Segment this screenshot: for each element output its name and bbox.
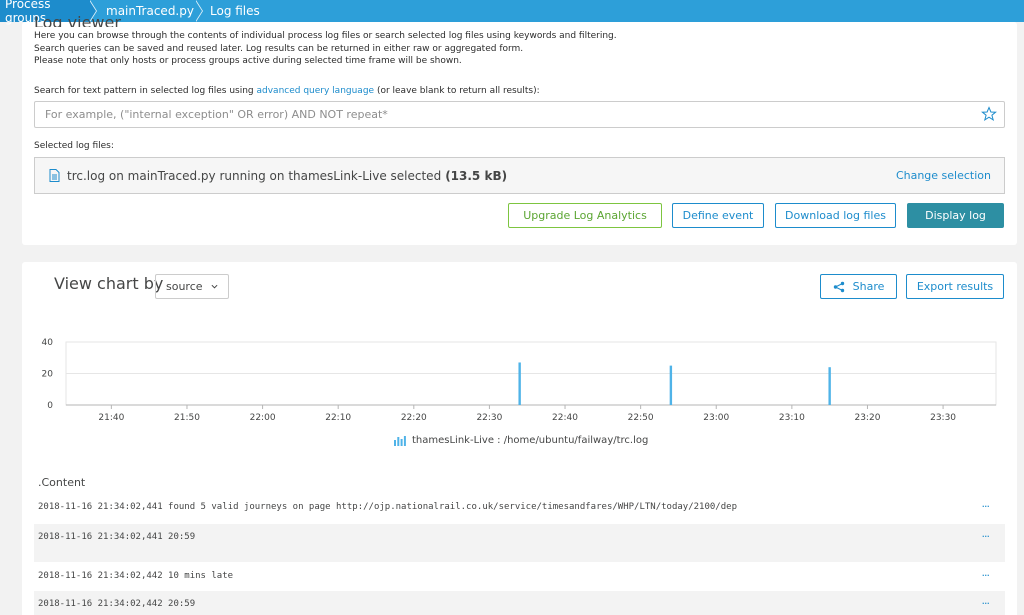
download-log-files-button[interactable]: Download log files bbox=[775, 203, 896, 228]
x-tick-label: 23:00 bbox=[703, 413, 729, 423]
more-options-icon[interactable]: ··· bbox=[982, 530, 990, 543]
x-tick-label: 22:20 bbox=[401, 413, 427, 423]
selected-file-box: trc.log on mainTraced.py running on tham… bbox=[34, 157, 1005, 194]
export-results-button[interactable]: Export results bbox=[906, 274, 1004, 299]
document-icon bbox=[49, 169, 60, 182]
chevron-down-icon bbox=[211, 284, 218, 289]
log-text: 2018-11-16 21:34:02,441 20:59 bbox=[38, 532, 196, 542]
x-tick-label: 23:20 bbox=[854, 413, 880, 423]
x-tick-label: 23:10 bbox=[779, 413, 805, 423]
log-row[interactable]: 2018-11-16 21:34:02,442 20:59 ··· bbox=[34, 591, 1005, 615]
description: Here you can browse through the contents… bbox=[34, 30, 617, 68]
chart-bar bbox=[828, 367, 831, 405]
log-text: 2018-11-16 21:34:02,442 10 mins late bbox=[38, 571, 234, 581]
chart-bar bbox=[518, 362, 521, 405]
y-tick-label: 40 bbox=[42, 338, 54, 348]
breadcrumb-separator bbox=[89, 0, 97, 22]
view-chart-by-select[interactable]: source bbox=[155, 274, 229, 299]
x-tick-label: 22:50 bbox=[628, 413, 654, 423]
breadcrumb-log-files[interactable]: Log files bbox=[196, 0, 274, 22]
log-viewer-panel: Log viewer Here you can browse through t… bbox=[22, 13, 1017, 245]
selected-files-label: Selected log files: bbox=[34, 141, 114, 151]
define-event-button[interactable]: Define event bbox=[672, 203, 764, 228]
x-tick-label: 22:00 bbox=[250, 413, 276, 423]
star-icon[interactable] bbox=[981, 106, 997, 122]
content-column-header: .Content bbox=[38, 476, 86, 489]
description-line: Search queries can be saved and reused l… bbox=[34, 43, 524, 54]
display-log-button[interactable]: Display log bbox=[907, 203, 1004, 228]
x-tick-label: 22:30 bbox=[476, 413, 502, 423]
log-text: 2018-11-16 21:34:02,441 found 5 valid jo… bbox=[38, 502, 737, 512]
view-chart-by-label: View chart by bbox=[54, 274, 164, 293]
select-value: source bbox=[166, 280, 203, 293]
search-label-post: (or leave blank to return all results): bbox=[374, 86, 540, 96]
log-row[interactable]: 2018-11-16 21:34:02,441 20:59 ··· bbox=[34, 524, 1005, 562]
more-options-icon[interactable]: ··· bbox=[982, 569, 990, 582]
x-tick-label: 21:40 bbox=[98, 413, 124, 423]
page-title: Log viewer bbox=[34, 13, 121, 27]
x-tick-label: 23:30 bbox=[930, 413, 956, 423]
results-panel: View chart by source Share Export result… bbox=[22, 262, 1017, 615]
change-selection-link[interactable]: Change selection bbox=[896, 169, 991, 182]
breadcrumb: Process groups mainTraced.py Log files bbox=[0, 0, 1024, 25]
x-tick-label: 22:40 bbox=[552, 413, 578, 423]
y-tick-label: 0 bbox=[47, 401, 53, 411]
legend-label: thamesLink-Live : /home/ubuntu/failway/t… bbox=[412, 435, 649, 446]
y-tick-label: 20 bbox=[42, 370, 54, 380]
selected-file-size: (13.5 kB) bbox=[445, 168, 508, 183]
x-tick-label: 22:10 bbox=[325, 413, 351, 423]
more-options-icon[interactable]: ··· bbox=[982, 500, 990, 513]
share-label: Share bbox=[852, 280, 885, 293]
more-options-icon[interactable]: ··· bbox=[982, 597, 990, 610]
description-line: Please note that only hosts or process g… bbox=[34, 56, 462, 66]
chart-bar bbox=[669, 365, 673, 405]
description-line: Here you can browse through the contents… bbox=[34, 31, 617, 41]
breadcrumb-separator bbox=[195, 0, 203, 22]
share-icon bbox=[833, 281, 844, 292]
bar-chart-icon bbox=[394, 435, 406, 446]
share-button[interactable]: Share bbox=[820, 274, 897, 299]
selected-file-text: trc.log on mainTraced.py running on tham… bbox=[67, 168, 442, 183]
search-input[interactable] bbox=[45, 108, 945, 121]
search-label-pre: Search for text pattern in selected log … bbox=[34, 86, 257, 96]
x-tick-label: 21:50 bbox=[174, 413, 200, 423]
search-label: Search for text pattern in selected log … bbox=[34, 86, 540, 96]
breadcrumb-label: Log files bbox=[210, 4, 260, 18]
advanced-query-link[interactable]: advanced query language bbox=[257, 86, 375, 96]
search-field[interactable] bbox=[34, 101, 1005, 128]
upgrade-log-analytics-button[interactable]: Upgrade Log Analytics bbox=[508, 203, 662, 228]
chart-legend: thamesLink-Live : /home/ubuntu/failway/t… bbox=[394, 435, 648, 446]
log-text: 2018-11-16 21:34:02,442 20:59 bbox=[38, 599, 196, 609]
log-volume-chart: 0 20 40 21:40 21:50 22:00 22:10 22:20 22:30 22:40… bbox=[42, 338, 997, 423]
